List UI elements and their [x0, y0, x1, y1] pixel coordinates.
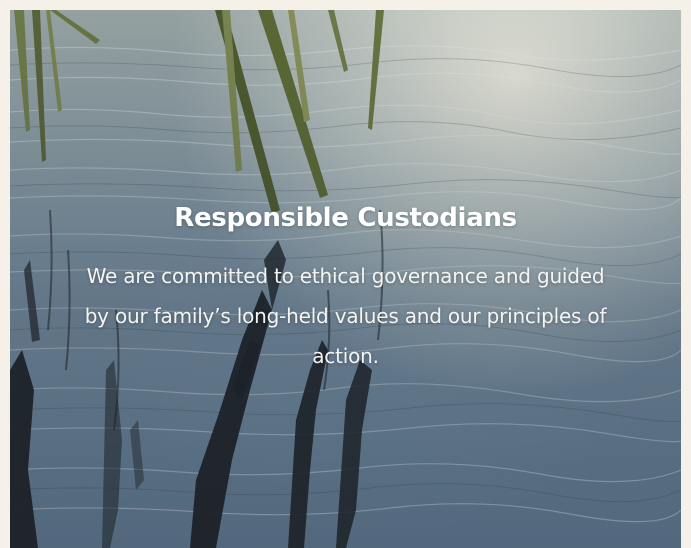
card-title: Responsible Custodians [174, 203, 517, 233]
card-description: We are committed to ethical governance a… [84, 264, 607, 368]
page-frame: Responsible Custodians We are committed … [0, 0, 691, 548]
water-reeds-photo: Responsible Custodians We are committed … [10, 10, 681, 548]
